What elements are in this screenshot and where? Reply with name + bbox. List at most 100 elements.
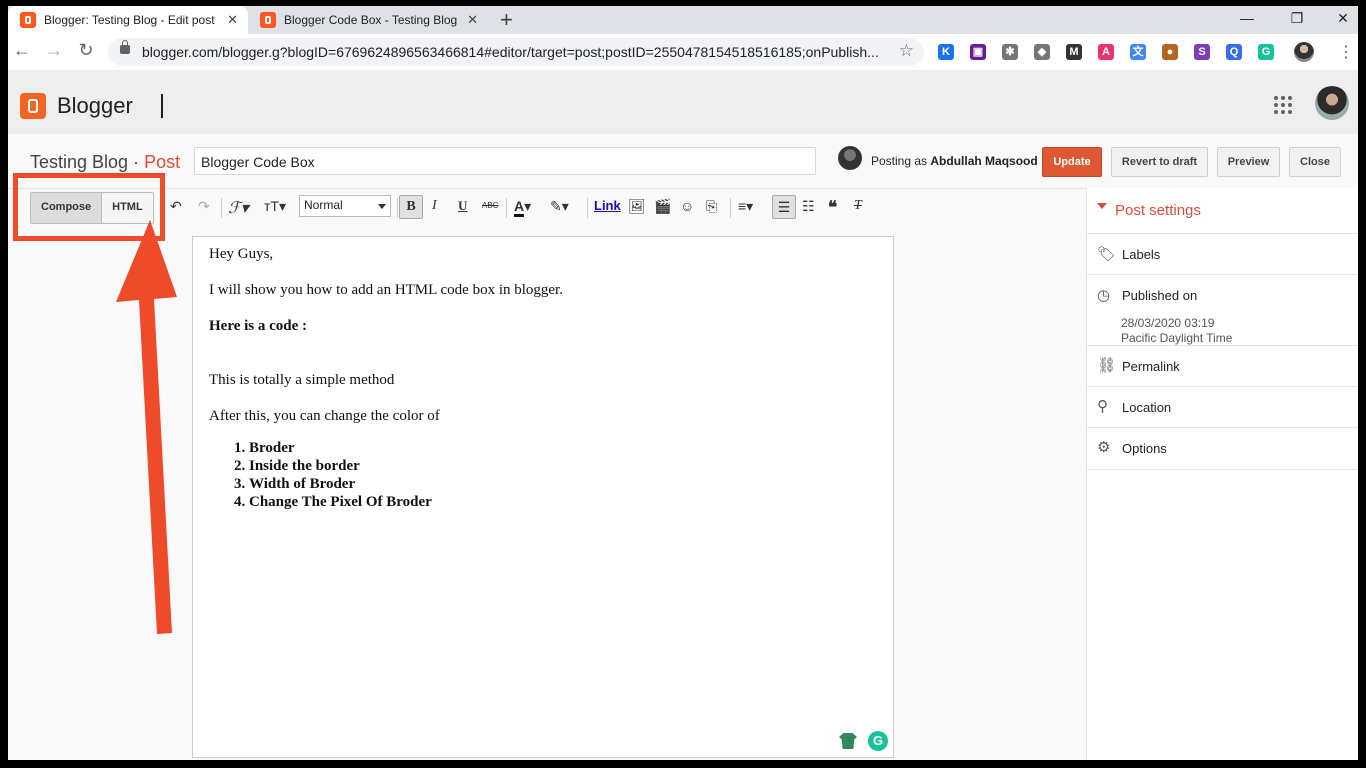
bulleted-list-icon[interactable]: ☷ [802,198,815,215]
posting-as-user: Abdullah Maqsood [930,154,1038,168]
list-item: Width of Broder [249,475,432,493]
bookmark-star-icon[interactable]: ☆ [899,41,914,61]
preview-button[interactable]: Preview [1217,147,1280,177]
update-button[interactable]: Update [1042,147,1102,177]
puzzle-icon[interactable]: ◆ [1034,44,1050,60]
quote-icon[interactable]: ❝ [828,198,837,218]
link-chain-icon: ⛓ [1097,357,1117,374]
align-icon[interactable]: ≡▾ [738,198,753,215]
list-item: Change The Pixel Of Broder [249,493,432,511]
insert-image-icon[interactable]: 🖼 [628,198,646,215]
sidebar-item-labels[interactable]: 🏷 Labels [1087,233,1358,275]
tab-code-box[interactable]: Blogger Code Box - Testing Blog ✕ [248,6,488,34]
paragraph-format-select[interactable]: Normal [299,195,391,217]
undo-icon[interactable]: ↶ [170,198,182,215]
forward-arrow-icon[interactable]: → [42,40,66,61]
font-family-icon[interactable]: ℱ▾ [228,198,249,218]
tab-strip: Blogger: Testing Blog - Edit post ✕ Blog… [8,6,1358,34]
close-button[interactable]: Close [1289,147,1341,177]
grammarly-ext-icon[interactable]: G [1258,44,1274,60]
m-icon[interactable]: M [1066,44,1082,60]
link-button[interactable]: Link [594,198,621,213]
editor-paragraph: This is totally a simple method [209,372,395,388]
minimize-button[interactable]: — [1224,6,1270,34]
numbered-list-icon[interactable]: ☰ [772,195,796,219]
window-close-button[interactable]: ✕ [1320,6,1358,34]
q-icon[interactable]: Q [1226,44,1242,60]
jump-break-icon[interactable]: ⎘ [706,198,717,215]
section-label: Post [144,152,181,172]
post-title-input[interactable]: Blogger Code Box [194,147,816,175]
s-icon[interactable]: S [1194,44,1210,60]
page-title: Testing Blog · Post [30,152,180,173]
revert-to-draft-button[interactable]: Revert to draft [1111,147,1208,177]
back-arrow-icon[interactable]: ← [10,40,34,61]
blogger-logo-icon[interactable] [20,93,46,119]
sidebar-item-published-on[interactable]: ◷ Published on 28/03/2020 03:19 Pacific … [1087,274,1358,346]
posting-as: Posting as Abdullah Maqsood [871,154,1038,168]
profile-avatar[interactable] [1294,42,1314,62]
html-mode-button[interactable]: HTML [102,193,153,223]
reload-icon[interactable]: ↻ [74,40,98,61]
url-text: blogger.com/blogger.g?blogID=67696248965… [142,44,879,60]
toolbar-divider [221,198,222,218]
redo-icon[interactable]: ↷ [198,198,210,215]
tshirt-icon[interactable] [839,733,857,749]
post-settings-header[interactable]: Post settings [1097,202,1201,219]
post-settings-title: Post settings [1115,202,1201,219]
font-size-icon[interactable]: ᴛT▾ [264,198,286,215]
sidebar-item-location[interactable]: ⚲ Location [1087,386,1358,428]
insert-video-icon[interactable]: 🎬 [654,198,671,215]
posting-as-prefix: Posting as [871,154,931,168]
bold-button[interactable]: B [399,195,423,219]
new-tab-button[interactable]: + [500,7,513,33]
gear-ext-icon[interactable]: ✱ [1002,44,1018,60]
tab-close-icon[interactable]: ✕ [467,12,478,28]
text-color-icon[interactable]: A▾ [514,198,531,217]
highlight-color-icon[interactable]: ✎▾ [550,198,569,215]
post-editor[interactable]: Hey Guys, I will show you how to add an … [192,236,894,758]
omnibox[interactable]: blogger.com/blogger.g?blogID=67696248965… [108,38,924,66]
apps-grid-icon[interactable] [1274,96,1292,114]
toolbar-divider [730,198,731,218]
sidebar-item-permalink[interactable]: ⛓ Permalink [1087,345,1358,387]
editor-toolbar: Compose HTML ↶ ↷ ℱ▾ ᴛT▾ Normal B I U ABC… [8,173,1086,241]
post-title-row: Testing Blog · Post Blogger Code Box Pos… [8,134,1358,188]
tab-close-icon[interactable]: ✕ [227,12,238,28]
cookie-icon[interactable]: ● [1162,44,1178,60]
account-avatar[interactable] [1315,86,1349,120]
clock-icon: ◷ [1097,287,1111,304]
underline-button[interactable]: U [458,198,467,214]
editor-heading: Here is a code : [209,318,308,334]
translate-icon[interactable]: 文 [1130,44,1146,60]
remove-formatting-icon[interactable]: T [854,198,862,214]
lock-icon [120,40,130,54]
sidebar-item-options[interactable]: ⚙ Options [1087,427,1358,470]
published-timezone: Pacific Daylight Time [1121,331,1233,345]
k-icon[interactable]: K [938,44,954,60]
toolbar-divider [587,198,588,218]
browser-menu-icon[interactable]: ⋮ [1338,42,1354,62]
strikethrough-button[interactable]: ABC [482,201,498,210]
blogger-header: Blogger [8,70,1358,134]
blogger-favicon-icon [260,12,276,28]
collapse-triangle-icon [1097,203,1107,214]
restore-button[interactable]: ❐ [1274,6,1320,34]
blogger-favicon-icon [20,12,36,28]
address-bar-row: ← → ↻ blogger.com/blogger.g?blogID=67696… [8,34,1358,71]
editor-paragraph: Hey Guys, [209,246,274,262]
header-divider [161,94,163,118]
insert-emoji-icon[interactable]: ☺ [680,198,694,214]
tab-title: Blogger Code Box - Testing Blog [284,13,458,27]
blog-name[interactable]: Testing Blog · [30,152,144,172]
tab-edit-post[interactable]: Blogger: Testing Blog - Edit post ✕ [8,6,248,34]
grammarly-icon[interactable]: G [868,731,888,751]
sidebar-item-label: Options [1122,441,1167,456]
italic-button[interactable]: I [432,198,437,214]
browser-window: Blogger: Testing Blog - Edit post ✕ Blog… [8,6,1358,760]
screen-icon[interactable]: ▣ [970,44,986,60]
compose-mode-button[interactable]: Compose [31,193,103,223]
sidebar-item-label: Location [1122,400,1172,415]
a-icon[interactable]: A [1098,44,1114,60]
toolbar-divider [397,198,398,218]
